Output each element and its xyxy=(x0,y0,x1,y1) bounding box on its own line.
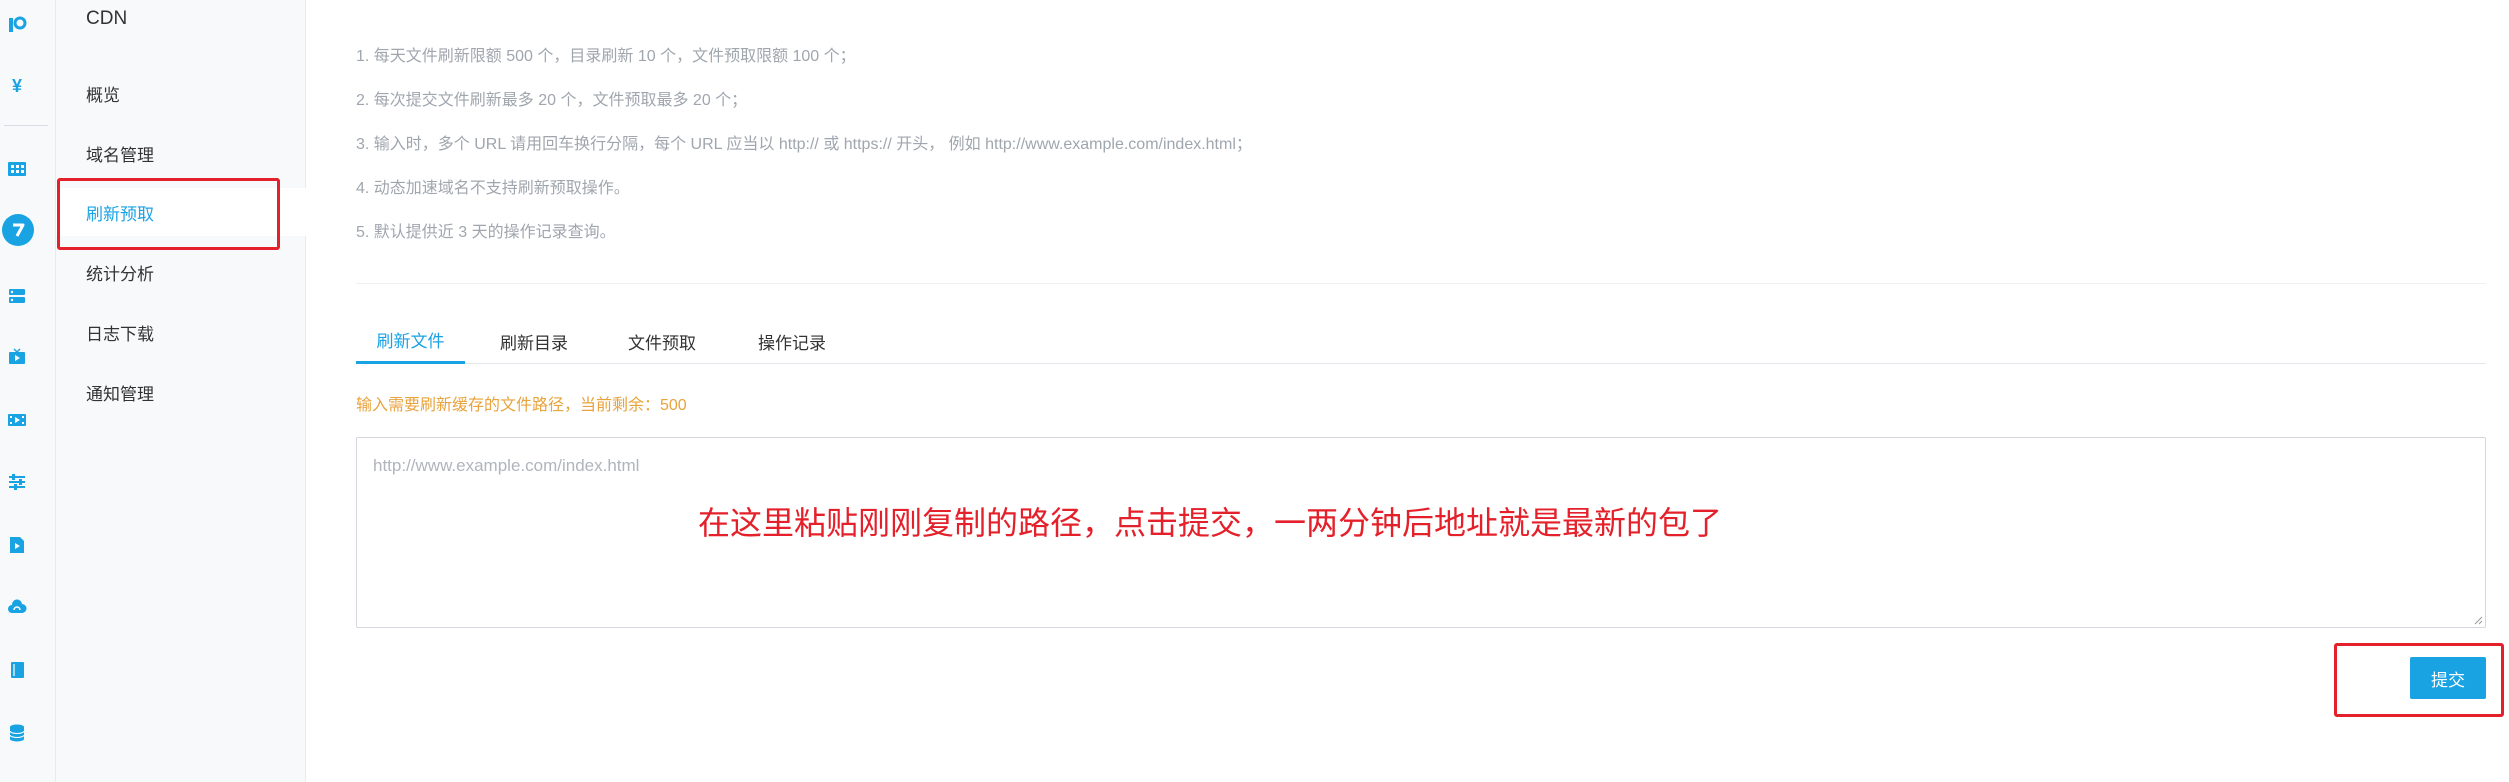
note-line: 4. 动态加速域名不支持刷新预取操作。 xyxy=(356,180,630,197)
main-content: 1. 每天文件刷新限额 500 个，目录刷新 10 个，文件预取限额 100 个… xyxy=(306,0,2509,782)
tab-bar: 刷新文件 刷新目录 文件预取 操作记录 xyxy=(356,318,2486,364)
active-product-icon[interactable] xyxy=(2,214,34,246)
divider xyxy=(356,283,2486,284)
note-line: 1. 每天文件刷新限额 500 个，目录刷新 10 个，文件预取限额 100 个… xyxy=(356,48,856,65)
yuan-icon[interactable]: ¥ xyxy=(6,75,28,97)
submit-button[interactable]: 提交 xyxy=(2410,657,2486,699)
book-icon[interactable] xyxy=(6,659,28,681)
sidebar-item-domain-management[interactable]: 域名管理 xyxy=(56,129,306,177)
video-file-icon[interactable] xyxy=(6,534,28,556)
sidebar-item-overview[interactable]: 概览 xyxy=(56,69,306,117)
cloud-icon[interactable] xyxy=(6,597,28,619)
sidebar: CDN 概览 域名管理 刷新预取 统计分析 日志下载 通知管理 xyxy=(56,0,306,782)
logo-icon[interactable] xyxy=(6,14,28,36)
sidebar-item-label: 通知管理 xyxy=(86,384,154,404)
sidebar-item-label: 统计分析 xyxy=(86,264,154,284)
database-icon[interactable] xyxy=(6,722,28,744)
sidebar-item-statistics[interactable]: 统计分析 xyxy=(56,248,306,296)
icon-rail: ¥ xyxy=(0,0,56,782)
sidebar-item-notification[interactable]: 通知管理 xyxy=(56,368,306,416)
sidebar-item-label: 概览 xyxy=(86,85,120,105)
tv-play-icon[interactable] xyxy=(6,346,28,368)
sidebar-item-label: 日志下载 xyxy=(86,324,154,344)
note-line: 2. 每次提交文件刷新最多 20 个，文件预取最多 20 个； xyxy=(356,92,748,109)
tab-file-prefetch[interactable]: 文件预取 xyxy=(614,318,710,364)
tab-refresh-directory[interactable]: 刷新目录 xyxy=(486,318,582,364)
remaining-quota-hint: 输入需要刷新缓存的文件路径，当前剩余：500 xyxy=(356,397,687,414)
annotation-text: 在这里粘贴刚刚复制的路径，点击提交，一两分钟后地址就是最新的包了 xyxy=(698,504,1723,542)
sidebar-item-refresh-prefetch[interactable]: 刷新预取 xyxy=(56,188,306,236)
film-icon[interactable] xyxy=(6,409,28,431)
resize-grip-icon[interactable] xyxy=(2471,613,2483,625)
tab-operation-log[interactable]: 操作记录 xyxy=(744,318,840,364)
sliders-icon[interactable] xyxy=(6,471,28,493)
grid-icon[interactable] xyxy=(6,158,28,180)
sidebar-item-label: 刷新预取 xyxy=(86,204,154,224)
rail-divider xyxy=(4,125,48,126)
note-line: 3. 输入时，多个 URL 请用回车换行分隔，每个 URL 应当以 http:/… xyxy=(356,136,1252,153)
sidebar-item-label: 域名管理 xyxy=(86,145,154,165)
tab-refresh-file[interactable]: 刷新文件 xyxy=(356,318,465,364)
sidebar-item-log-download[interactable]: 日志下载 xyxy=(56,308,306,356)
sidebar-title: CDN xyxy=(86,8,128,29)
note-line: 5. 默认提供近 3 天的操作记录查询。 xyxy=(356,224,616,241)
server-icon[interactable] xyxy=(6,285,28,307)
